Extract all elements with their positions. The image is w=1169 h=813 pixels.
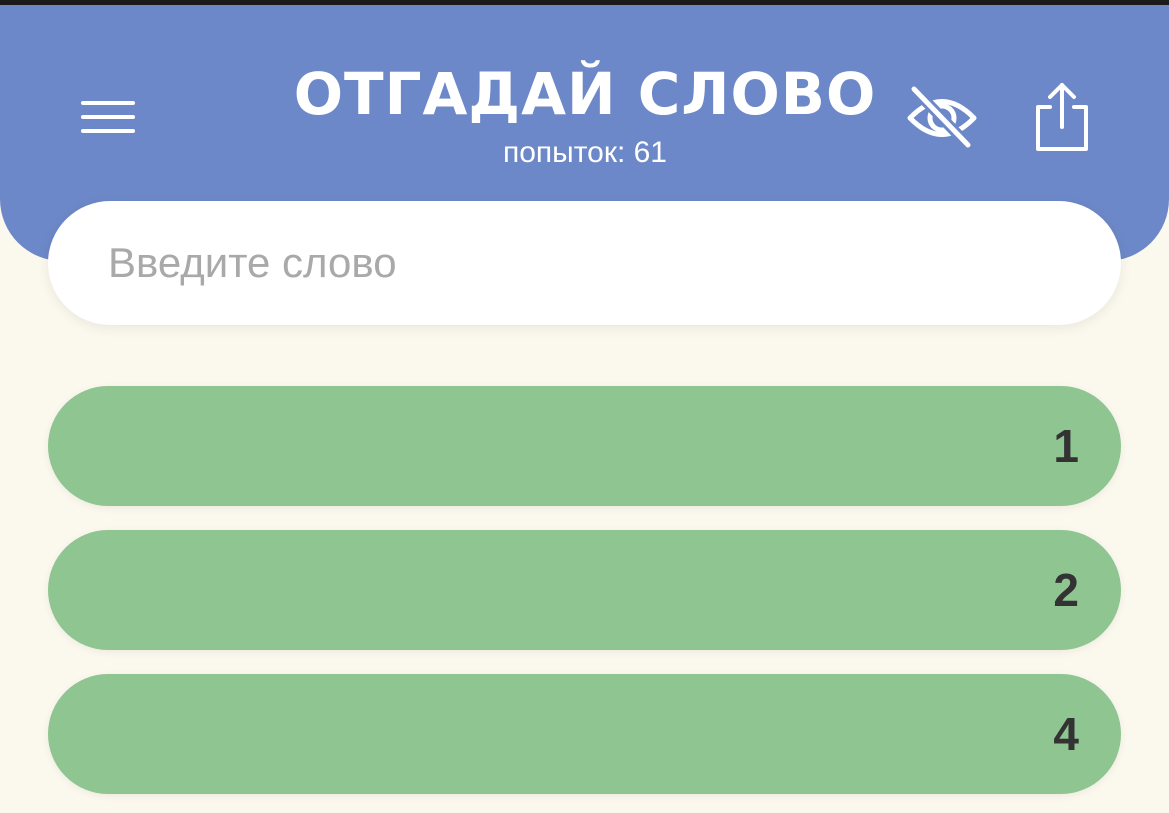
guess-row: 4 — [48, 674, 1121, 794]
word-input[interactable] — [108, 201, 1068, 325]
menu-icon-line — [81, 129, 135, 133]
share-icon — [1036, 83, 1088, 151]
guess-row: 2 — [48, 530, 1121, 650]
share-button[interactable] — [1026, 77, 1098, 157]
guess-rank: 1 — [1053, 420, 1079, 472]
app-screen: ОТГАДАЙ СЛОВО попыток: 61 1 — [0, 0, 1169, 813]
guess-rank: 2 — [1053, 564, 1079, 616]
eye-slash-icon — [907, 83, 977, 151]
word-input-container — [48, 201, 1121, 325]
guess-row: 1 — [48, 386, 1121, 506]
guess-rank: 4 — [1053, 708, 1079, 760]
menu-button[interactable] — [72, 85, 144, 145]
page-title: ОТГАДАЙ СЛОВО — [293, 60, 877, 128]
menu-icon-line — [81, 115, 135, 119]
attempts-counter: попыток: 61 — [503, 136, 667, 169]
hide-words-button[interactable] — [902, 83, 982, 153]
guess-list: 1 2 4 — [48, 386, 1121, 813]
menu-icon-line — [81, 101, 135, 105]
